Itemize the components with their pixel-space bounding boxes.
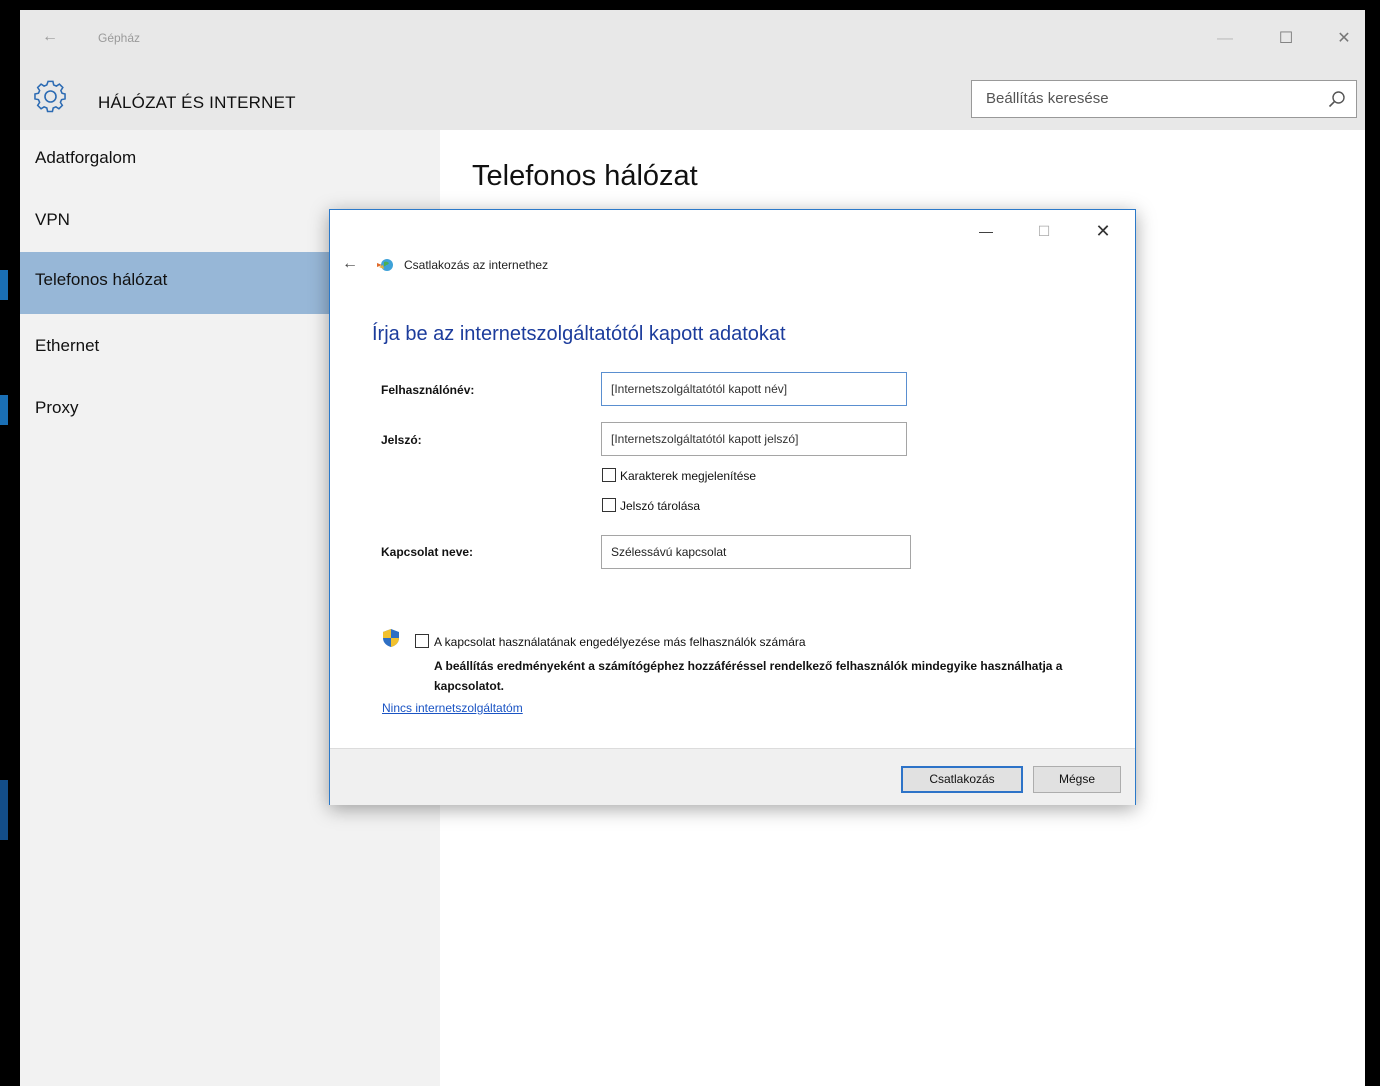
- desktop-wallpaper-strip: [0, 270, 8, 300]
- settings-header: HÁLÓZAT ÉS INTERNET: [20, 68, 1365, 130]
- connection-name-input[interactable]: [609, 544, 903, 560]
- dialog-footer: Csatlakozás Mégse: [330, 748, 1135, 805]
- dialog-minimize-button[interactable]: —: [963, 218, 1009, 244]
- title-bar: ← Gépház — ☐ ✕: [20, 10, 1365, 68]
- back-arrow-icon[interactable]: ←: [42, 28, 58, 46]
- uac-shield-icon: [383, 629, 399, 647]
- desktop-wallpaper-strip: [0, 395, 8, 425]
- username-label: Felhasználónév:: [381, 383, 475, 397]
- dialog-maximize-button[interactable]: ☐: [1021, 218, 1067, 244]
- maximize-button[interactable]: ☐: [1266, 24, 1306, 54]
- allow-others-label[interactable]: A kapcsolat használatának engedélyezése …: [434, 635, 806, 649]
- dialog-back-arrow-icon[interactable]: ←: [342, 255, 358, 273]
- username-input[interactable]: [609, 381, 903, 397]
- minimize-button[interactable]: —: [1205, 24, 1245, 54]
- search-input[interactable]: [984, 89, 1318, 108]
- page-title: Telefonos hálózat: [472, 160, 698, 192]
- close-button[interactable]: ✕: [1324, 24, 1364, 54]
- connect-button[interactable]: Csatlakozás: [901, 766, 1023, 793]
- dialog-nav-title: Csatlakozás az internethez: [404, 258, 549, 272]
- allow-others-checkbox[interactable]: [415, 634, 429, 648]
- show-characters-label[interactable]: Karakterek megjelenítése: [620, 469, 756, 483]
- gear-icon: [34, 80, 66, 113]
- remember-password-label[interactable]: Jelszó tárolása: [620, 499, 700, 513]
- sidebar-item-adatforgalom[interactable]: Adatforgalom: [20, 130, 440, 192]
- cancel-button[interactable]: Mégse: [1033, 766, 1121, 793]
- dialog-close-button[interactable]: ✕: [1080, 218, 1126, 244]
- dialog-heading: Írja be az internetszolgáltatótól kapott…: [372, 323, 786, 345]
- desktop-wallpaper-strip: [0, 780, 8, 840]
- section-title: HÁLÓZAT ÉS INTERNET: [98, 93, 296, 112]
- show-characters-checkbox[interactable]: [602, 468, 616, 482]
- no-isp-link[interactable]: Nincs internetszolgáltatóm: [382, 701, 523, 715]
- remember-password-checkbox[interactable]: [602, 498, 616, 512]
- connection-name-field[interactable]: [601, 535, 911, 569]
- network-globe-icon: [377, 259, 393, 271]
- settings-search-box[interactable]: [971, 80, 1357, 118]
- connection-name-label: Kapcsolat neve:: [381, 545, 474, 559]
- connect-to-internet-dialog: — ☐ ✕ ← Csatlakozás az internethez Írja …: [329, 209, 1136, 805]
- password-label: Jelszó:: [381, 433, 422, 447]
- username-field[interactable]: [601, 372, 907, 406]
- search-icon[interactable]: [1328, 90, 1346, 108]
- password-input[interactable]: [609, 431, 903, 447]
- allow-others-description: A beállítás eredményeként a számítógéphe…: [434, 659, 1063, 693]
- window-title: Gépház: [98, 31, 141, 45]
- password-field[interactable]: [601, 422, 907, 456]
